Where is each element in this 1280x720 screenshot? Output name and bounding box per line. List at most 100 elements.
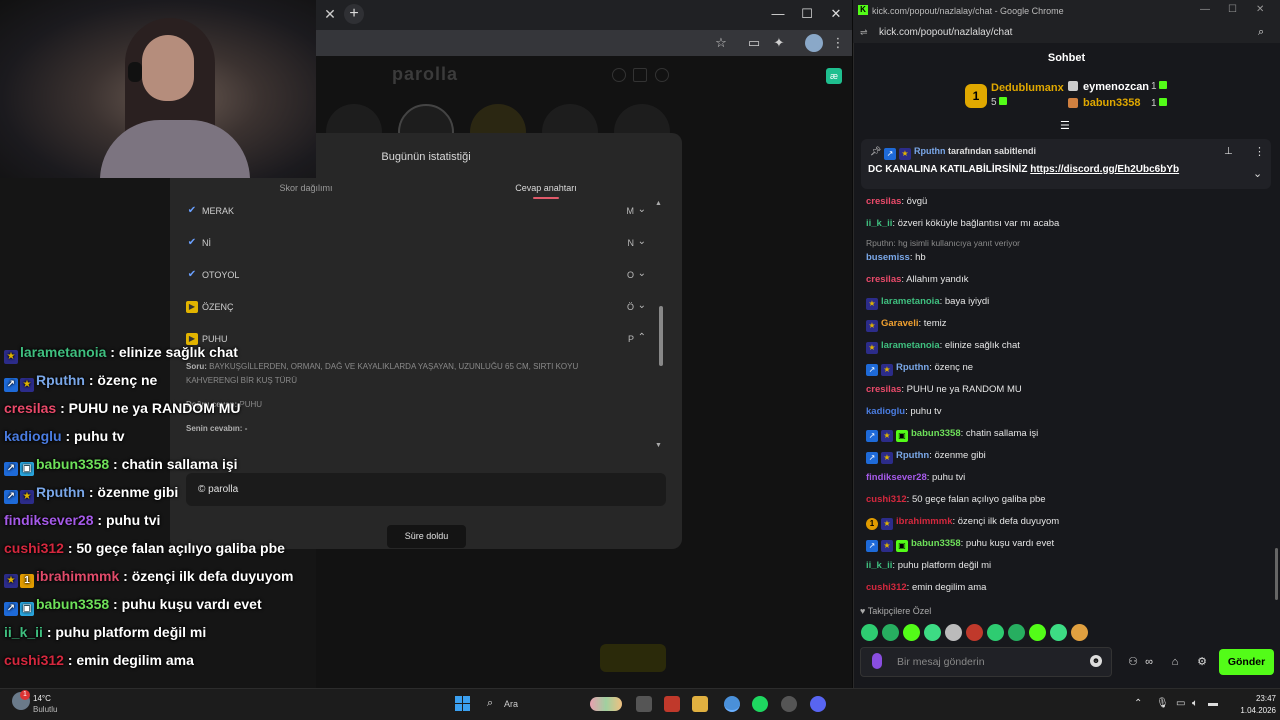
site-settings-icon[interactable]: ⇌: [860, 27, 868, 38]
chat-username[interactable]: babun3358: [911, 428, 961, 439]
chevron-up-icon[interactable]: ⌃: [638, 332, 646, 343]
maximize-icon[interactable]: ☐: [1228, 4, 1237, 15]
emote-icon[interactable]: [1029, 624, 1046, 641]
network-icon[interactable]: ▭: [1176, 698, 1185, 709]
microphone-icon[interactable]: [872, 653, 882, 669]
emote-icon[interactable]: [903, 624, 920, 641]
chat-message[interactable]: kadioglu: puhu tv: [866, 406, 942, 422]
game-action-button[interactable]: [600, 644, 666, 672]
collapse-leaderboard-icon[interactable]: ☰: [1060, 119, 1070, 132]
chat-username[interactable]: busemiss: [866, 252, 910, 263]
answer-row[interactable]: ▶ ÖZENÇ Ö ⌄: [186, 298, 648, 318]
chat-message[interactable]: cresilas: Allahım yandık: [866, 274, 968, 290]
leaderboard-second-name[interactable]: eymenozcan: [1083, 81, 1149, 93]
chat-message[interactable]: cushi312: 50 geçe falan açılıyo galiba p…: [866, 494, 1046, 510]
answer-row[interactable]: ✔ MERAK M ⌄: [186, 202, 648, 222]
answer-row[interactable]: ▶ PUHU P ⌃: [186, 330, 648, 350]
profile-avatar[interactable]: [805, 34, 823, 52]
answer-row[interactable]: ✔ OTOYOL O ⌄: [186, 266, 648, 286]
chat-message[interactable]: ↗ ★ Rputhn: özenme gibi: [866, 450, 986, 466]
emote-icon[interactable]: [1071, 624, 1088, 641]
tab-score-distribution[interactable]: Skor dağılımı: [250, 183, 362, 193]
chrome-icon[interactable]: [724, 696, 740, 712]
app-p-icon[interactable]: [664, 696, 680, 712]
chevron-down-icon[interactable]: ⌄: [638, 268, 646, 279]
users-icon[interactable]: ⚇: [1126, 655, 1140, 669]
leaderboard-first-name[interactable]: Dedublumanx: [991, 82, 1064, 94]
spotify-icon[interactable]: [752, 696, 768, 712]
pinned-menu-icon[interactable]: ⋮: [1254, 145, 1265, 158]
minimize-icon[interactable]: —: [1200, 4, 1210, 15]
chat-scrollbar[interactable]: [1275, 548, 1278, 600]
menu-kebab-icon[interactable]: ⋮: [829, 34, 847, 52]
chat-username[interactable]: Garaveli: [881, 318, 919, 329]
emote-icon[interactable]: [861, 624, 878, 641]
chat-message[interactable]: ↗ ★ ▣ babun3358: puhu kuşu vardı evet: [866, 538, 1054, 554]
chat-username[interactable]: larametanoia: [881, 296, 940, 307]
emote-icon[interactable]: [1050, 624, 1067, 641]
emote-icon[interactable]: [882, 624, 899, 641]
close-window-icon[interactable]: ✕: [826, 4, 846, 24]
emote-icon[interactable]: [966, 624, 983, 641]
infinity-icon[interactable]: ∞: [1142, 655, 1156, 669]
modal-scrollbar[interactable]: [659, 306, 663, 366]
profile-icon[interactable]: [655, 68, 669, 82]
leaderboard-third-name[interactable]: babun3358: [1083, 97, 1140, 109]
chat-message[interactable]: busemiss: hb: [866, 252, 926, 268]
chevron-down-icon[interactable]: ⌄: [638, 204, 646, 215]
weather-temperature[interactable]: 14°C: [33, 694, 51, 703]
chevron-down-icon[interactable]: ⌄: [1253, 167, 1262, 180]
close-window-icon[interactable]: ✕: [1256, 4, 1264, 15]
parolla-logo[interactable]: parolla: [392, 64, 458, 85]
zoom-icon[interactable]: ⌕: [1258, 26, 1264, 39]
discord-link[interactable]: https://discord.gg/Eh2Ubc6bYb: [1030, 164, 1179, 175]
tab-close-icon[interactable]: ✕: [322, 6, 338, 22]
chat-message[interactable]: ★ Garaveli: temiz: [866, 318, 946, 334]
translate-badge-icon[interactable]: æ: [826, 68, 842, 84]
chat-username[interactable]: cresilas: [866, 384, 901, 395]
chevron-down-icon[interactable]: ⌄: [638, 236, 646, 247]
unpin-icon[interactable]: ⊥: [1224, 146, 1233, 157]
chat-message[interactable]: 1 ★ ibrahimmmk: özençi ilk defa duyuyom: [866, 516, 1059, 532]
chat-username[interactable]: cushi312: [866, 582, 907, 593]
extensions-icon[interactable]: ✦: [770, 34, 788, 52]
answer-row[interactable]: ✔ Nİ N ⌄: [186, 234, 648, 254]
translate-icon[interactable]: ▭: [745, 34, 763, 52]
send-button[interactable]: Gönder: [1219, 649, 1274, 675]
chat-username[interactable]: ii_k_ii: [866, 560, 892, 571]
emote-icon[interactable]: [1008, 624, 1025, 641]
search-highlight-icon[interactable]: [590, 697, 622, 711]
scroll-down-icon[interactable]: ▼: [655, 442, 662, 449]
chevron-down-icon[interactable]: ⌄: [638, 300, 646, 311]
file-explorer-icon[interactable]: [692, 696, 708, 712]
settings-gear-icon[interactable]: ⚙: [1195, 655, 1209, 669]
time-up-button[interactable]: Süre doldu: [387, 525, 466, 548]
chat-username[interactable]: cresilas: [866, 196, 901, 207]
chat-message[interactable]: findiksever28: puhu tvi: [866, 472, 965, 488]
discord-icon[interactable]: [810, 696, 826, 712]
chat-username[interactable]: Rputhn: [896, 450, 929, 461]
chat-message[interactable]: cresilas: övgü: [866, 196, 927, 212]
chat-username[interactable]: findiksever28: [866, 472, 927, 483]
emote-icon[interactable]: [987, 624, 1004, 641]
clock[interactable]: 23:47 1.04.2026: [1236, 693, 1276, 717]
chat-message[interactable]: ii_k_ii: özveri köküyle bağlantısı var m…: [866, 218, 1059, 234]
maximize-icon[interactable]: ☐: [797, 4, 817, 24]
store-icon[interactable]: ⌂: [1168, 655, 1182, 669]
chat-message[interactable]: ↗ ★ ▣ babun3358: chatin sallama işi: [866, 428, 1038, 444]
bookmark-star-icon[interactable]: ☆: [712, 34, 730, 52]
tray-chevron-up-icon[interactable]: ⌃: [1134, 698, 1142, 709]
pinned-by-user[interactable]: Rputhn: [914, 146, 946, 156]
chat-username[interactable]: ii_k_ii: [866, 218, 892, 229]
chat-message[interactable]: ii_k_ii: puhu platform değil mi: [866, 560, 991, 576]
chat-message[interactable]: cresilas: PUHU ne ya RANDOM MU: [866, 384, 1022, 400]
microphone-tray-icon[interactable]: 🎙︎: [1156, 698, 1169, 709]
minimize-icon[interactable]: —: [768, 4, 788, 24]
chat-username[interactable]: babun3358: [911, 538, 961, 549]
chat-url[interactable]: kick.com/popout/nazlalay/chat: [879, 27, 1012, 38]
chat-username[interactable]: ibrahimmmk: [896, 516, 953, 527]
emoji-icon[interactable]: ☻: [1090, 655, 1102, 667]
emote-icon[interactable]: [924, 624, 941, 641]
chat-username[interactable]: Rputhn: [896, 362, 929, 373]
chat-username[interactable]: larametanoia: [881, 340, 940, 351]
